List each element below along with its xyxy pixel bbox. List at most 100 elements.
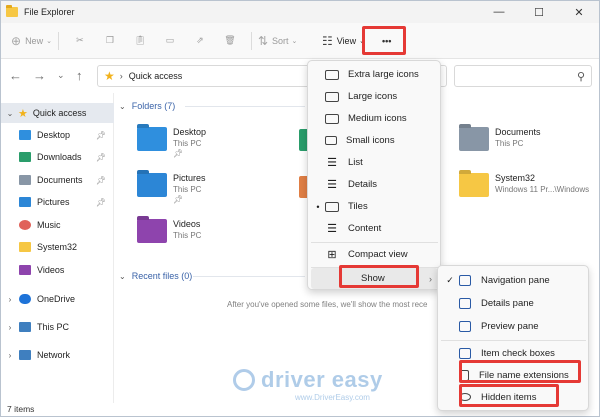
menu-item-compact-view[interactable]: ⊞ Compact view [311, 244, 438, 265]
folder-tile-system32[interactable]: System32 Windows 11 Pr...\Windows [459, 173, 589, 197]
paste-icon[interactable]: 📋︎ [125, 28, 155, 54]
share-icon[interactable]: ⇗ [185, 28, 215, 54]
menu-item-label: Compact view [348, 249, 408, 260]
menu-item-label: Small icons [346, 135, 395, 146]
menu-item-label: Tiles [348, 201, 368, 212]
folder-name: Videos [173, 219, 201, 229]
search-icon: ⚲ [576, 71, 585, 83]
sidebar-item-system32[interactable]: System32 [1, 237, 114, 257]
sidebar-item-videos[interactable]: Videos [1, 260, 114, 280]
sidebar-item-quick-access[interactable]: ⌄ ★ Quick access [1, 103, 114, 123]
preview-pane-icon [459, 320, 471, 332]
folders-header-label: Folders (7) [131, 101, 176, 111]
details-icon: ☰ [327, 178, 337, 191]
chevron-down-icon: ⌄ [291, 37, 298, 45]
sidebar-item-label: OneDrive [37, 294, 76, 304]
pin-icon: 📌︎ [95, 197, 106, 207]
sort-button[interactable]: ⇅ Sort ⌄ [258, 28, 316, 54]
up-icon[interactable]: ↑ [76, 68, 83, 83]
sidebar-item-documents[interactable]: Documents 📌︎ [1, 170, 114, 190]
forward-icon[interactable]: → [33, 68, 46, 83]
menu-item-label: Preview pane [481, 320, 539, 332]
sidebar-item-onedrive[interactable]: › OneDrive [1, 289, 114, 309]
command-bar: ⊕ New ⌄ ✂ ❐ 📋︎ ▭ ⇗ 🗑︎ ⇅ Sort ⌄ ☷ View ⌄ … [1, 23, 599, 59]
star-icon: ★ [18, 107, 28, 120]
menu-item-details-pane[interactable]: Details pane [441, 292, 586, 314]
folder-tile-desktop[interactable]: Desktop This PC 📌︎ [137, 127, 206, 159]
menu-item-preview-pane[interactable]: Preview pane [441, 315, 586, 337]
rename-icon[interactable]: ▭ [155, 28, 185, 54]
folder-tile-pictures[interactable]: Pictures This PC 📌︎ [137, 173, 206, 205]
copy-icon[interactable]: ❐ [95, 28, 125, 54]
file-extension-icon [459, 369, 469, 381]
menu-item-medium-icons[interactable]: Medium icons [311, 108, 438, 129]
sidebar-item-label: Videos [37, 265, 65, 275]
watermark-url: www.DriverEasy.com [295, 393, 370, 402]
menu-item-item-check-boxes[interactable]: Item check boxes [441, 342, 586, 364]
menu-item-details[interactable]: ☰ Details [311, 174, 438, 195]
medium-icons-icon [325, 113, 339, 124]
folder-location: This PC [173, 231, 202, 240]
sidebar-item-music[interactable]: Music [1, 215, 114, 235]
recent-locations-icon[interactable]: ⌄ [57, 70, 65, 81]
folder-icon [137, 127, 167, 151]
close-button[interactable]: ✕ [559, 1, 599, 23]
music-icon [19, 220, 31, 230]
pin-icon: 📌︎ [173, 149, 184, 158]
view-menu: Extra large icons Large icons Medium ico… [307, 60, 441, 290]
sort-label: Sort [272, 35, 289, 46]
extra-large-icons-icon [325, 69, 339, 80]
address-path: Quick access [128, 71, 183, 81]
pictures-icon [19, 197, 31, 207]
back-icon[interactable]: ← [9, 68, 22, 83]
menu-item-label: Medium icons [348, 113, 407, 124]
menu-item-label: Details pane [481, 297, 534, 309]
menu-item-label: Details [348, 179, 378, 190]
maximize-button[interactable]: ☐ [519, 1, 559, 23]
folder-icon [137, 219, 167, 243]
menu-item-label: Extra large icons [348, 69, 419, 80]
menu-divider [311, 242, 438, 243]
menu-item-content[interactable]: ☰ Content [311, 218, 438, 239]
folders-section-header[interactable]: ⌄ Folders (7) [119, 101, 175, 111]
folder-name: Pictures [173, 173, 206, 183]
watermark: driver easy www.DriverEasy.com [233, 367, 383, 402]
recent-files-message: After you've opened some files, we'll sh… [227, 300, 428, 309]
menu-item-show[interactable]: Show › [311, 268, 438, 289]
sidebar-item-label: System32 [37, 242, 78, 252]
chevron-down-icon: ⌄ [46, 37, 52, 45]
new-button[interactable]: ⊕ New ⌄ [11, 28, 52, 54]
folder-icon [19, 242, 31, 252]
menu-item-tiles[interactable]: • Tiles [311, 196, 438, 217]
downloads-icon [19, 152, 31, 162]
computer-icon [19, 322, 31, 332]
menu-item-navigation-pane[interactable]: ✓ Navigation pane [441, 269, 586, 291]
folder-tile-documents[interactable]: Documents This PC [459, 127, 541, 151]
menu-item-small-icons[interactable]: Small icons [311, 130, 438, 151]
divider [185, 106, 305, 107]
minimize-button[interactable]: — [479, 1, 519, 23]
pin-icon: 📌︎ [95, 175, 106, 185]
recent-files-section-header[interactable]: ⌄ Recent files (0) [119, 271, 192, 281]
menu-item-file-name-extensions[interactable]: File name extensions [441, 364, 586, 386]
menu-item-large-icons[interactable]: Large icons [311, 86, 438, 107]
sidebar-item-label: Downloads [37, 152, 82, 162]
sidebar-item-network[interactable]: › Network [1, 345, 114, 365]
menu-item-label: Hidden items [481, 391, 537, 403]
sidebar-item-this-pc[interactable]: › This PC [1, 317, 114, 337]
menu-item-label: Large icons [348, 91, 398, 102]
menu-item-list[interactable]: ☰ List [311, 152, 438, 173]
sidebar-item-desktop[interactable]: Desktop 📌︎ [1, 125, 114, 145]
cut-icon[interactable]: ✂ [65, 28, 95, 54]
delete-icon[interactable]: 🗑︎ [215, 28, 245, 54]
sidebar-item-downloads[interactable]: Downloads 📌︎ [1, 147, 114, 167]
view-button[interactable]: ☷ View ⌄ [322, 28, 376, 54]
content-icon: ☰ [327, 222, 337, 235]
chevron-down-icon: ⌄ [359, 37, 365, 45]
search-input[interactable]: ⚲ [454, 65, 592, 87]
folder-tile-videos[interactable]: Videos This PC [137, 219, 201, 243]
more-options-button[interactable]: ••• [382, 28, 391, 54]
sidebar-item-pictures[interactable]: Pictures 📌︎ [1, 192, 114, 212]
menu-item-extra-large-icons[interactable]: Extra large icons [311, 64, 438, 85]
divider [250, 31, 252, 50]
